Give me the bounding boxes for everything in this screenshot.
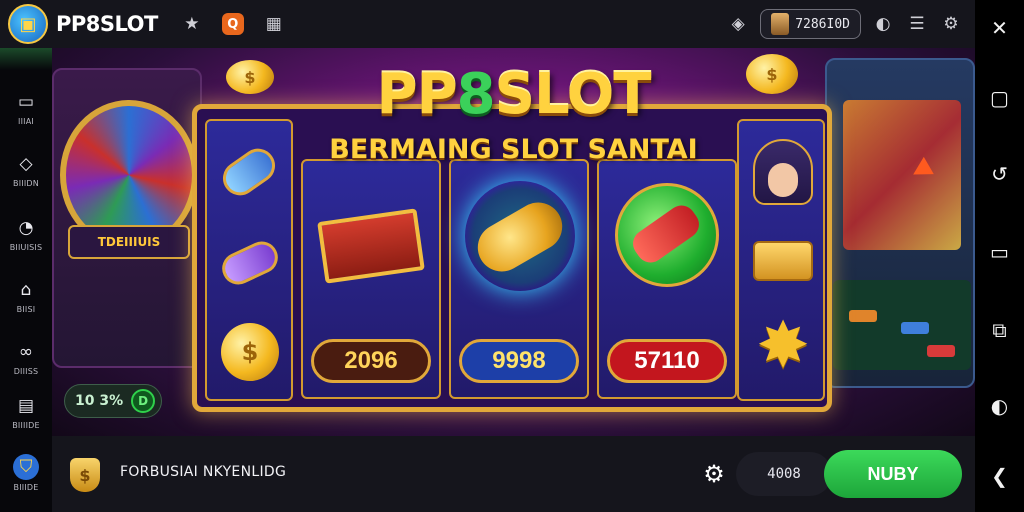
sidebar-item-chat[interactable]: ◇ BIIIDN [0, 152, 52, 188]
bet-counter-text: 10 3% [75, 393, 124, 409]
shield-badge-icon: $ [70, 458, 100, 492]
shield-icon: ⛉ [13, 454, 39, 480]
sidebar-item-link[interactable]: ∞ DIIISS [0, 340, 52, 376]
arcade-button-blue [901, 322, 929, 334]
sidebar-item-shield[interactable]: ⛉ BIIIDE [0, 454, 52, 492]
sidebar-item-grid[interactable]: ▤ BIIIIDE [0, 394, 52, 430]
toggle-icon[interactable]: ◐ [871, 12, 895, 36]
buy-button[interactable]: NUBY [824, 450, 962, 498]
sidebar-item-label: BIIIDE [13, 483, 39, 492]
link-icon: ∞ [18, 342, 34, 362]
gold-bar-icon [753, 241, 813, 281]
payout-pill-2: 9998 [459, 339, 579, 383]
top-bar: ▣ PP8SLOT ★ Q ▦ ◈ 7286I0D ◐ ☰ ⚙ [0, 0, 975, 48]
game-title: PP8SLOT [52, 62, 975, 127]
bet-counter[interactable]: 10 3% D [64, 384, 163, 418]
sidebar-item-label: BIIIIDE [12, 421, 40, 430]
bet-counter-button[interactable]: D [131, 389, 156, 413]
gear-icon[interactable]: ⚙ [700, 460, 728, 488]
star-icon: ✸ [756, 309, 810, 383]
chat-icon: ◇ [19, 154, 33, 174]
game-title-eight: 8 [456, 62, 496, 127]
notification-badge[interactable]: Q [221, 13, 244, 35]
game-title-suffix: SLOT [494, 62, 652, 127]
payout-pill-3: 57110 [607, 339, 727, 383]
treasure-chest-icon [317, 208, 425, 284]
image-gallery-icon[interactable]: ▦ [262, 12, 286, 36]
rotate-icon[interactable]: ◐ [975, 386, 1024, 426]
square-icon[interactable]: ▢ [975, 78, 1024, 118]
bottom-bar: $ FORBUSIAI NKYENLIDG ⚙ 4008 NUBY [52, 436, 975, 512]
left-machine-label: TDEIIIUIS [68, 225, 190, 259]
balance-value: 7286I0D [795, 16, 850, 32]
star-icon[interactable]: ★ [180, 12, 204, 36]
system-rail: ✕ ▢ ↺ ▭ ⧉ ◐ ❮ [975, 0, 1024, 512]
sidebar-item-bookmark[interactable]: ⌂ BIISI [0, 278, 52, 314]
game-subtitle: BERMAING SLOT SANTAI [329, 134, 698, 165]
app-logo[interactable]: ▣ [8, 4, 48, 44]
sidebar-item-label: BIIIDN [13, 179, 39, 188]
sidebar-item-monitor[interactable]: ▭ IIIAI [0, 90, 52, 126]
purple-potion-icon [216, 236, 284, 290]
game-title-prefix: PP [376, 62, 458, 127]
wallet-icon: ▣ [19, 13, 37, 35]
top-bar-right: ◈ 7286I0D ◐ ☰ ⚙ [726, 0, 963, 48]
sidebar: ▭ IIIAI ◇ BIIIDN ◔ BIIUISIS ⌂ BIISI ∞ DI… [0, 48, 52, 512]
window-icon[interactable]: ▭ [975, 232, 1024, 272]
grid-icon: ▤ [17, 396, 35, 416]
bookmark-icon: ⌂ [20, 280, 32, 300]
sidebar-item-label: BIISI [16, 305, 36, 314]
bet-amount[interactable]: 4008 [736, 452, 832, 496]
monitor-icon: ▭ [17, 92, 35, 112]
arcade-button-orange [849, 310, 877, 322]
arcade-button-red [927, 345, 955, 357]
refresh-icon[interactable]: ↺ [975, 154, 1024, 194]
brand-name: PP8SLOT [56, 12, 158, 36]
gold-coin-icon: $ [221, 323, 279, 381]
sidebar-item-clock[interactable]: ◔ BIIUISIS [0, 216, 52, 252]
resize-icon[interactable]: ⧉ [975, 310, 1024, 350]
character-face-skin [768, 163, 798, 197]
balance-box[interactable]: 7286I0D [760, 9, 861, 39]
bottom-bar-title: FORBUSIAI NKYENLIDG [120, 464, 287, 480]
sidebar-item-label: BIIUISIS [9, 243, 43, 252]
settings-icon[interactable]: ⚙ [939, 12, 963, 36]
chip-icon[interactable]: ◈ [726, 12, 750, 36]
back-icon[interactable]: ❮ [975, 456, 1024, 496]
payout-pill-1: 2096 [311, 339, 431, 383]
sidebar-item-label: IIIAI [18, 117, 34, 126]
clock-icon: ◔ [18, 218, 34, 238]
sidebar-item-label: DIIISS [13, 367, 39, 376]
sidebar-accent [0, 48, 52, 70]
menu-icon[interactable]: ☰ [905, 12, 929, 36]
avatar [771, 13, 790, 35]
close-icon[interactable]: ✕ [975, 8, 1024, 48]
game-stage: TDEIIIUIS $ $ $ ✸ 2096 9998 57110 PP8SLO… [52, 48, 975, 436]
